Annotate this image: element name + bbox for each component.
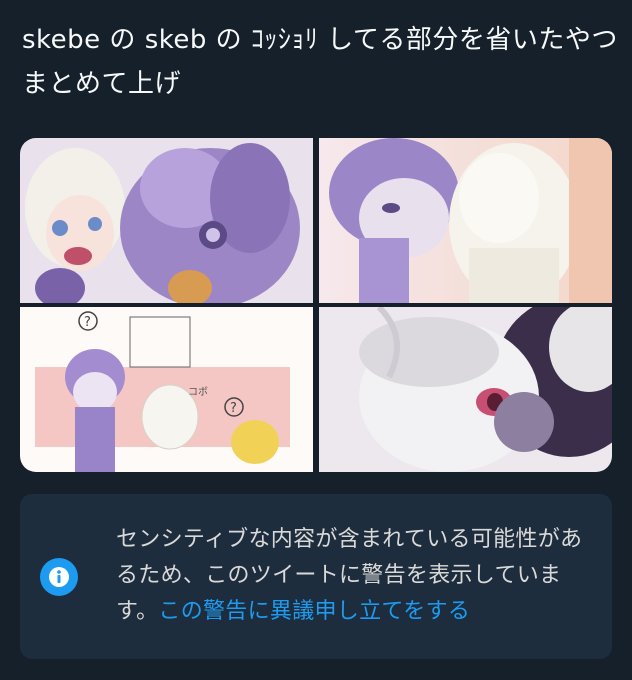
doodle-question-2: ? xyxy=(230,401,237,416)
illustration-1 xyxy=(20,138,313,303)
info-icon xyxy=(40,558,78,596)
illustration-4 xyxy=(319,307,612,472)
appeal-warning-link[interactable]: この警告に異議申し立てをする xyxy=(158,599,470,624)
media-image-4[interactable] xyxy=(319,307,612,472)
illustration-2 xyxy=(319,138,612,303)
tweet-text: skebe の skeb の ｺｯｼｮﾘ してる部分を省いたやつまとめて上げ xyxy=(22,25,618,99)
media-image-3[interactable]: ? ? コボ xyxy=(20,307,313,472)
media-image-2[interactable] xyxy=(319,138,612,303)
sensitive-content-notice: センシティブな内容が含まれている可能性があるため、このツイートに警告を表示してい… xyxy=(20,494,612,659)
doodle-kobo: コボ xyxy=(188,386,208,398)
doodle-question-1: ? xyxy=(84,315,91,330)
media-image-1[interactable] xyxy=(20,138,313,303)
illustration-3: ? ? コボ xyxy=(20,307,313,472)
media-grid[interactable]: ? ? コボ xyxy=(20,138,612,472)
notice-text: センシティブな内容が含まれている可能性があるため、このツイートに警告を表示してい… xyxy=(116,522,602,630)
